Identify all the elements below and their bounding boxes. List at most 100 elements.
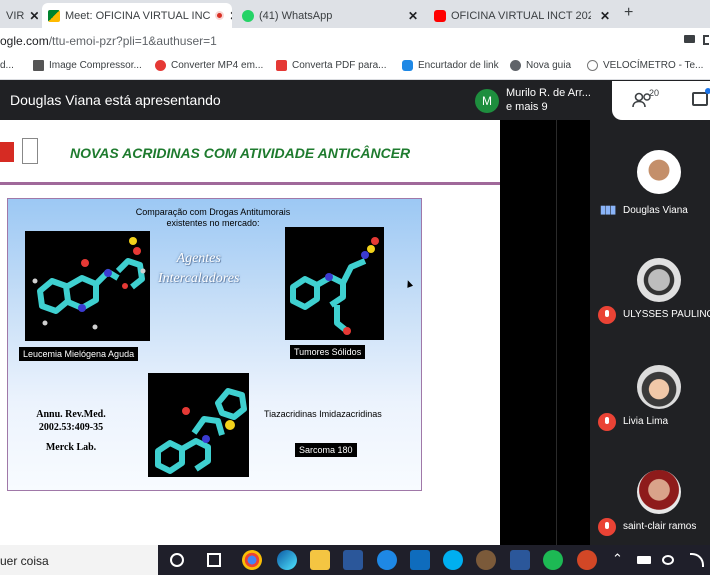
meet-tray-icon[interactable] — [662, 555, 674, 565]
file-explorer-icon[interactable] — [310, 550, 330, 570]
participant-name: Douglas Viana — [623, 205, 688, 216]
taskbar-search-input[interactable]: uer coisa — [0, 545, 158, 575]
meet-header: Douglas Viana está apresentando M Murilo… — [0, 81, 710, 120]
mic-off-icon — [598, 306, 616, 324]
presenting-label: Douglas Viana está apresentando — [10, 92, 221, 108]
document-icon — [22, 138, 38, 164]
chip-name: Murilo R. de Arr... — [506, 87, 591, 99]
molecule-image-1 — [25, 231, 150, 341]
label-tumores: Tumores Sólidos — [290, 345, 366, 359]
youtube-icon — [434, 9, 446, 22]
mail-icon[interactable] — [410, 550, 430, 570]
bookmark-item[interactable]: Converta PDF para... — [276, 60, 386, 71]
bookmark-label: VELOCÍMETRO - Te... — [603, 60, 704, 71]
globe-icon — [510, 60, 521, 71]
bookmark-item[interactable]: Nova guia — [510, 60, 571, 71]
participant-tile[interactable]: ▮▮▮ Douglas Viana — [590, 150, 710, 220]
label-sarcoma: Sarcoma 180 — [295, 443, 357, 457]
whatsapp-icon — [242, 9, 254, 22]
panel-toolbar: 20 — [612, 81, 710, 120]
avatar — [637, 365, 681, 409]
tab-label: (41) WhatsApp — [259, 9, 333, 22]
bookmark-item[interactable]: VELOCÍMETRO - Te... — [587, 60, 703, 71]
url-text[interactable]: ogle.com/ttu-emoi-pzr?pli=1&authuser=1 — [0, 34, 217, 48]
speaking-icon: ▮▮▮ — [600, 204, 616, 216]
bookmarks-bar: d... Image Compressor... Converter MP4 e… — [0, 54, 710, 80]
people-button[interactable]: 20 — [632, 88, 659, 113]
battery-icon[interactable] — [637, 556, 651, 564]
people-count: 20 — [649, 88, 660, 98]
tab-youtube[interactable]: OFICINA VIRTUAL INCT 2020 Dia ✕ — [428, 3, 616, 28]
reference-3: Merck Lab. — [45, 442, 97, 453]
chip-more: e mais 9 — [506, 101, 548, 113]
chevron-up-icon[interactable]: ⌃ — [612, 551, 623, 567]
pdf-heart-icon — [276, 60, 287, 71]
molecule-drawing — [290, 237, 379, 335]
bookmark-item[interactable]: Image Compressor... — [33, 60, 142, 71]
participant-name: Livia Lima — [623, 416, 669, 427]
menu-icon[interactable] — [703, 35, 709, 45]
close-tab-icon[interactable]: ✕ — [29, 9, 38, 23]
avatar — [637, 150, 681, 194]
mic-off-icon — [598, 518, 616, 536]
chat-icon[interactable] — [692, 88, 710, 106]
logo-shape — [0, 142, 14, 162]
bookmark-label: Encurtador de link — [418, 60, 499, 71]
participants-panel: ▮▮▮ Douglas Viana ULYSSES PAULINO Livia … — [590, 120, 710, 545]
edge-icon[interactable] — [277, 550, 297, 570]
participant-tile[interactable]: ULYSSES PAULINO — [590, 258, 710, 328]
cortana-icon[interactable] — [170, 553, 184, 567]
wifi-icon[interactable] — [690, 553, 704, 567]
bookmark-label: Converter MP4 em... — [171, 60, 264, 71]
divider — [556, 120, 557, 545]
agentes-heading: Agentes Intercaladores — [158, 249, 239, 289]
bookmark-label: d... — [0, 60, 14, 71]
bookmark-item[interactable]: Converter MP4 em... — [155, 60, 263, 71]
speedometer-icon — [587, 60, 598, 71]
address-bar[interactable]: ogle.com/ttu-emoi-pzr?pli=1&authuser=1 — [0, 28, 710, 54]
molecule-image-2 — [285, 227, 384, 340]
close-tab-icon[interactable]: ✕ — [600, 9, 610, 23]
spotify-icon[interactable] — [543, 550, 563, 570]
participant-tile[interactable]: saint-clair ramos — [590, 470, 710, 540]
close-tab-icon[interactable]: ✕ — [408, 9, 418, 23]
windows-taskbar: uer coisa ⌃ — [0, 545, 710, 575]
skype-icon[interactable] — [443, 550, 463, 570]
tab-meet[interactable]: Meet: OFICINA VIRTUAL INC ✕ — [42, 3, 232, 28]
camera-icon[interactable] — [684, 35, 695, 43]
bookmark-label: Image Compressor... — [49, 60, 142, 71]
mic-off-icon — [598, 413, 616, 431]
comparison-caption: Comparação com Drogas Antitumorais exist… — [135, 207, 291, 228]
bookmark-item[interactable]: d... — [0, 60, 14, 71]
avatar: M — [475, 89, 499, 113]
molecule-drawing — [32, 237, 146, 330]
participant-tile[interactable]: Livia Lima — [590, 365, 710, 435]
participant-name: ULYSSES PAULINO — [623, 309, 710, 320]
avatar — [637, 470, 681, 514]
word-icon[interactable] — [510, 550, 530, 570]
reference-2: 2002.53:409-35 — [38, 422, 104, 433]
new-tab-button[interactable]: + — [624, 4, 633, 22]
recording-icon — [215, 11, 225, 20]
powerpoint-icon[interactable] — [577, 550, 597, 570]
bookmark-label: Nova guia — [526, 60, 572, 71]
acridine-figure: Comparação com Drogas Antitumorais exist… — [7, 198, 422, 491]
agentes-line-2: Intercaladores — [158, 271, 240, 286]
chat-badge — [705, 88, 710, 94]
task-view-icon[interactable] — [207, 553, 221, 567]
app-icon[interactable] — [476, 550, 496, 570]
agentes-line-1: Agentes — [176, 251, 221, 266]
label-leucemia: Leucemia Mielógena Aguda — [19, 347, 139, 361]
participant-chip[interactable]: M Murilo R. de Arr... e mais 9 — [470, 81, 610, 120]
bookmark-item[interactable]: Encurtador de link — [402, 60, 499, 71]
tab-partial[interactable]: VIR ✕ — [0, 3, 38, 28]
url-domain: ogle.com — [0, 34, 49, 48]
tab-whatsapp[interactable]: (41) WhatsApp ✕ — [236, 3, 424, 28]
bookmark-label: Converta PDF para... — [292, 60, 387, 71]
paint-icon[interactable] — [377, 550, 397, 570]
store-icon[interactable] — [343, 550, 363, 570]
avatar — [637, 258, 681, 302]
chrome-icon[interactable] — [242, 550, 262, 570]
close-tab-icon[interactable]: ✕ — [229, 9, 232, 23]
reference-1: Annu. Rev.Med. — [36, 409, 106, 420]
